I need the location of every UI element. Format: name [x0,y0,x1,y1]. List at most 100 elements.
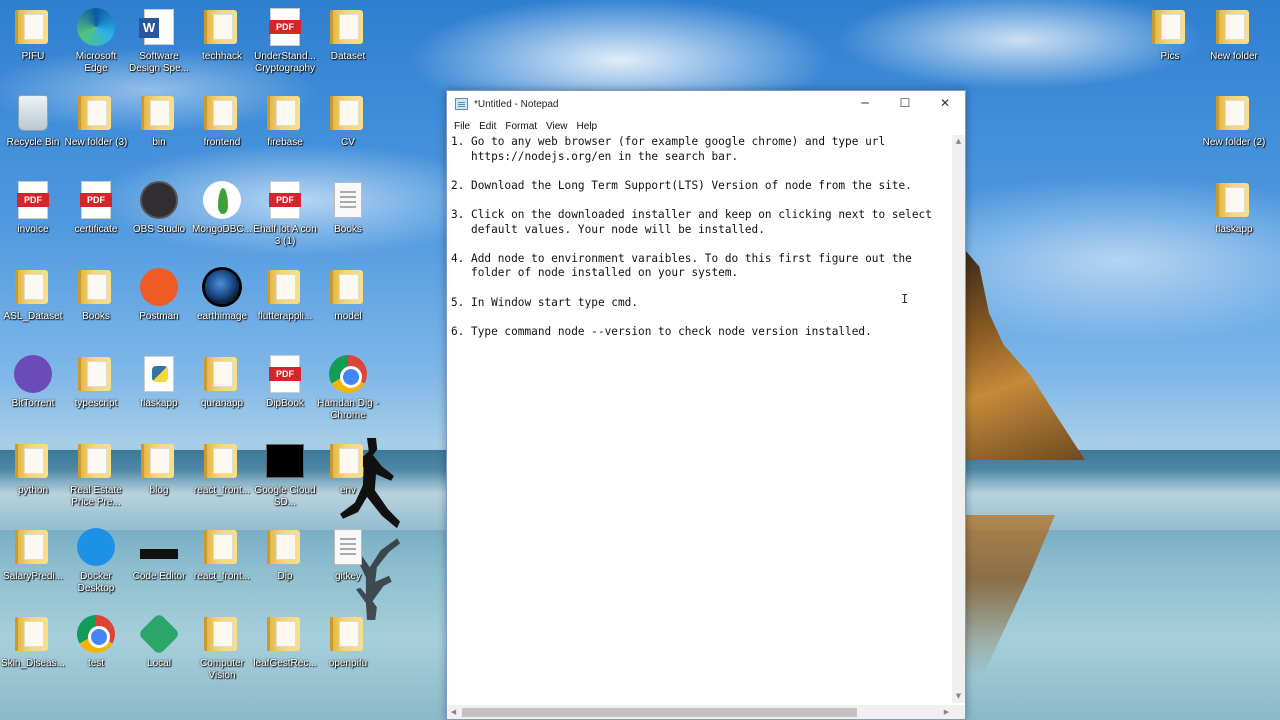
text-line[interactable]: 6. Type command node --version to check … [451,325,949,340]
menu-format[interactable]: Format [502,121,540,132]
desktop-icon[interactable]: flutterappli... [252,264,318,350]
desktop-icon[interactable]: SalaryPredi... [0,524,66,610]
desktop-icon[interactable]: flaskapp [1201,177,1267,263]
text-line[interactable]: 4. Add node to environment varaibles. To… [451,252,949,267]
desktop-icon[interactable]: UnderStand... Cryptography [252,4,318,90]
desktop-icon[interactable]: New folder [1201,4,1267,90]
text-line[interactable]: https://nodejs.org/en in the search bar. [451,150,949,165]
desktop-icon[interactable]: certificate [63,177,129,263]
desktop-icon[interactable]: flaskapp [126,351,192,437]
local-icon [137,612,181,656]
text-line[interactable] [451,164,949,179]
folder-icon [144,444,174,478]
text-line[interactable]: 3. Click on the downloaded installer and… [451,208,949,223]
menu-edit[interactable]: Edit [476,121,499,132]
menu-file[interactable]: File [451,121,473,132]
desktop-icon[interactable]: New folder (3) [63,90,129,176]
desktop-icon[interactable]: firebase [252,90,318,176]
text-line[interactable]: 5. In Window start type cmd. [451,296,949,311]
desktop-icon[interactable]: Local [126,611,192,697]
desktop-icon[interactable]: gitkey [315,524,381,610]
desktop-icon[interactable]: Skin_Diseas... [0,611,66,697]
close-button[interactable]: ✕ [925,91,965,115]
desktop-icon[interactable]: Google Cloud SD... [252,438,318,524]
desktop-icon[interactable]: frontend [189,90,255,176]
desktop-icon[interactable]: Postman [126,264,192,350]
desktop-icon[interactable]: MongoDBC... [189,177,255,263]
text-line[interactable]: 1. Go to any web browser (for example go… [451,135,949,150]
desktop-icon-label: model [334,311,362,322]
desktop-icon-label: CV [341,137,355,148]
desktop-icon[interactable]: DipBook [252,351,318,437]
desktop-icon[interactable]: quranapp [189,351,255,437]
desktop-icon[interactable]: OBS Studio [126,177,192,263]
text-line[interactable] [451,193,949,208]
desktop-icon[interactable]: Pics [1137,4,1203,90]
text-line[interactable] [451,310,949,325]
scroll-left-icon[interactable]: ◀ [447,708,460,716]
text-line[interactable]: default values. Your node will be instal… [451,223,949,238]
desktop-icon-label: certificate [74,224,118,235]
desktop-icon[interactable]: Dataset [315,4,381,90]
horizontal-scrollbar[interactable]: ◀ ▶ [447,705,953,719]
notepad-titlebar[interactable]: *Untitled - Notepad ─ ☐ ✕ [447,91,965,117]
desktop-icon[interactable]: ASL_Dataset [0,264,66,350]
menu-help[interactable]: Help [574,121,601,132]
desktop-icon[interactable]: Microsoft Edge [63,4,129,90]
desktop-icon[interactable]: earthimage [189,264,255,350]
desktop-icon[interactable]: leafGestRec... [252,611,318,697]
desktop-icon[interactable]: model [315,264,381,350]
notepad-app-icon[interactable] [455,98,468,110]
desktop-icon-label: Docker Desktop [77,571,115,594]
desktop-icon[interactable]: Recycle Bin [0,90,66,176]
desktop-icon[interactable]: Ehalf lot A con 3 (1) [252,177,318,263]
desktop-icon[interactable]: Real Estate Price Pre... [63,438,129,524]
desktop-icon[interactable]: test [63,611,129,697]
desktop-icon[interactable]: python [0,438,66,524]
desktop-icon-label: firebase [267,137,303,148]
desktop-icon[interactable]: PIFU [0,4,66,90]
desktop-icon[interactable]: Code Editor [126,524,192,610]
folder-icon [333,617,363,651]
scroll-up-icon[interactable]: ▲ [952,135,965,148]
desktop-icon[interactable]: blog [126,438,192,524]
code-editor-icon [140,549,178,559]
terminal-icon [266,444,304,478]
text-line[interactable] [451,237,949,252]
desktop-icon[interactable]: typescript [63,351,129,437]
desktop-icon[interactable]: bin [126,90,192,176]
word-document-icon [139,9,174,45]
desktop-icon[interactable]: Hamdan Dig - Chrome [315,351,381,437]
desktop-icon[interactable]: New folder (2) [1201,90,1267,176]
menu-view[interactable]: View [543,121,571,132]
minimize-button[interactable]: ─ [845,91,885,115]
desktop-icon[interactable]: Books [63,264,129,350]
desktop-icon-label: flaskapp [1215,224,1253,235]
text-editor-area[interactable]: 1. Go to any web browser (for example go… [447,135,953,703]
desktop-icon[interactable]: Dip [252,524,318,610]
desktop-icon[interactable]: invoice [0,177,66,263]
desktop-icon[interactable]: react_front... [189,524,255,610]
desktop-icon[interactable]: env [315,438,381,524]
scroll-down-icon[interactable]: ▼ [952,690,965,703]
desktop-icon[interactable]: Computer Vision [189,611,255,697]
desktop-icon[interactable]: Docker Desktop [63,524,129,610]
horizontal-scroll-thumb[interactable] [462,707,857,717]
maximize-button[interactable]: ☐ [885,91,925,115]
text-line[interactable]: 2. Download the Long Term Support(LTS) V… [451,179,949,194]
notepad-window[interactable]: *Untitled - Notepad ─ ☐ ✕ File Edit Form… [446,90,966,720]
desktop-icon[interactable]: Books [315,177,381,263]
desktop-icon[interactable]: Software Design Spe... [126,4,192,90]
text-line[interactable]: folder of node installed on your system. [451,266,949,281]
desktop-icon[interactable]: techhack [189,4,255,90]
desktop-icon[interactable]: BitTorrent [0,351,66,437]
desktop-icon[interactable]: openpifu [315,611,381,697]
desktop-icon[interactable]: CV [315,90,381,176]
desktop-icon-label: Code Editor [132,571,186,582]
desktop-icon[interactable]: react_front... [189,438,255,524]
text-line[interactable] [451,281,949,296]
vertical-scrollbar[interactable]: ▲ ▼ [952,135,965,703]
folder-icon [333,444,363,478]
folder-icon [270,96,300,130]
folder-icon [207,10,237,44]
